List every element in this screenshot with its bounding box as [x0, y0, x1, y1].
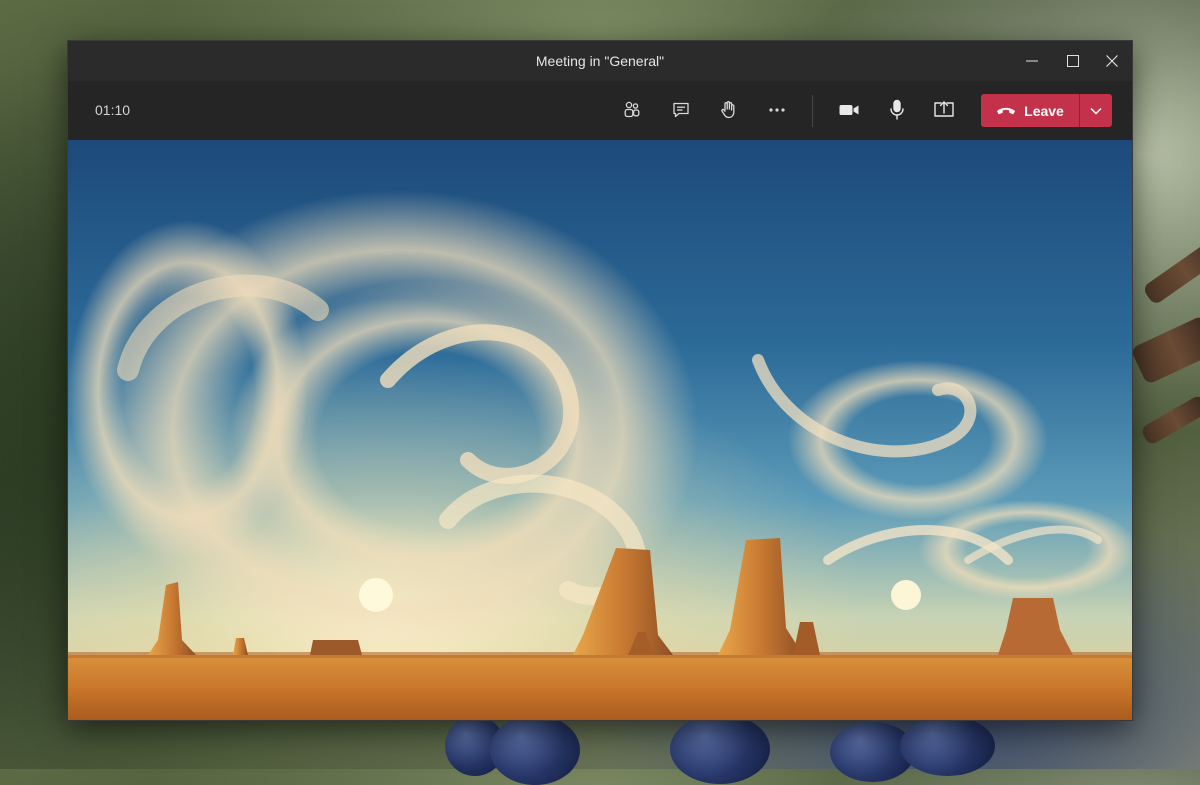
- minimize-button[interactable]: [1009, 41, 1055, 81]
- desert-background-video: [68, 140, 1132, 720]
- desktop-grape: [900, 716, 995, 776]
- leave-label: Leave: [1024, 102, 1064, 119]
- desktop-branch: [1139, 393, 1200, 447]
- share-screen-icon: [934, 101, 954, 117]
- leave-options-button[interactable]: [1080, 94, 1112, 127]
- more-icon: [769, 108, 785, 112]
- mic-button[interactable]: [877, 89, 917, 131]
- chat-icon: [673, 102, 689, 118]
- leave-button[interactable]: Leave: [981, 94, 1079, 127]
- maximize-icon: [1067, 55, 1079, 67]
- hang-up-icon: [997, 107, 1016, 114]
- close-button[interactable]: [1089, 41, 1132, 81]
- more-actions-button[interactable]: [757, 89, 797, 131]
- meeting-toolbar: 01:10 Leave: [68, 81, 1132, 140]
- hand-icon: [721, 101, 735, 119]
- chevron-down-icon: [1090, 107, 1102, 115]
- desktop-branch: [1130, 314, 1200, 386]
- minimize-icon: [1026, 60, 1038, 62]
- title-bar[interactable]: Meeting in "General": [68, 41, 1132, 81]
- desktop-grape: [670, 714, 770, 784]
- microphone-icon: [890, 99, 904, 120]
- desktop-branch: [1141, 236, 1200, 306]
- participants-button[interactable]: [612, 89, 652, 131]
- window-title: Meeting in "General": [535, 53, 665, 69]
- leave-button-group: Leave: [981, 94, 1112, 127]
- close-icon: [1106, 55, 1118, 67]
- video-camera-icon: [839, 105, 859, 115]
- raise-hand-button[interactable]: [708, 89, 748, 131]
- camera-button[interactable]: [829, 89, 869, 131]
- chat-button[interactable]: [661, 89, 701, 131]
- video-stage[interactable]: [68, 140, 1132, 720]
- meeting-window: Meeting in "General" 01:10 Leave: [67, 40, 1133, 721]
- meeting-timer: 01:10: [95, 102, 131, 118]
- people-icon: [624, 101, 640, 118]
- toolbar-divider: [812, 95, 813, 127]
- share-button[interactable]: [924, 89, 964, 131]
- desktop-grape: [490, 715, 580, 785]
